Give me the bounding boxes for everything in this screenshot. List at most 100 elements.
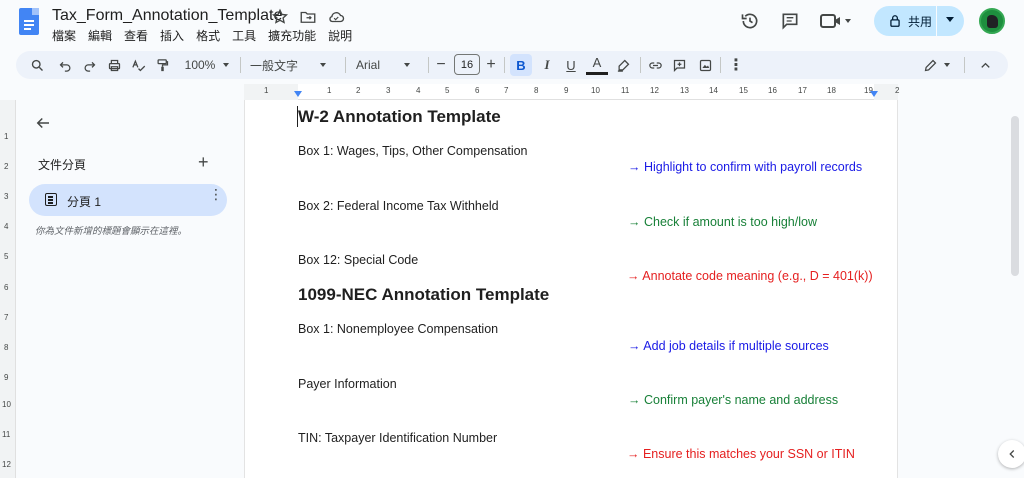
insert-link-icon[interactable] — [644, 51, 666, 79]
ruler-number: 17 — [798, 86, 807, 95]
side-panel-toggle-button[interactable] — [998, 440, 1024, 468]
left-indent-handle[interactable] — [294, 91, 302, 97]
document-outline-panel: 文件分頁 + 分頁 1 ⋮ 你為文件新增的標題會顯示在這裡。 — [16, 100, 244, 478]
w2-box12-text[interactable]: Box 12: Special Code — [298, 253, 418, 267]
ruler-number: 12 — [650, 86, 659, 95]
ruler-number: 8 — [534, 86, 539, 95]
w2-box1-note[interactable]: → Highlight to confirm with payroll reco… — [628, 160, 862, 174]
comments-icon[interactable] — [780, 11, 802, 33]
heading-w2[interactable]: W-2 Annotation Template — [298, 107, 501, 127]
title-bar: Tax_Form_Annotation_Template 檔案 編輯 查看 插入… — [0, 0, 1024, 46]
w2-box2-text[interactable]: Box 2: Federal Income Tax Withheld — [298, 199, 499, 213]
ruler-number: 1 — [327, 86, 332, 95]
ruler-number: 4 — [4, 222, 9, 231]
ruler-number: 3 — [4, 192, 9, 201]
ruler-number: 5 — [445, 86, 450, 95]
document-title[interactable]: Tax_Form_Annotation_Template — [52, 7, 282, 25]
menu-help[interactable]: 說明 — [328, 27, 352, 44]
more-options-icon[interactable]: ⋮ — [728, 51, 744, 79]
document-tab-icon — [45, 193, 57, 206]
chevron-down-icon — [223, 63, 230, 67]
ruler-number: 2 — [356, 86, 361, 95]
search-menus-icon[interactable] — [26, 51, 48, 79]
insert-image-icon[interactable] — [694, 51, 716, 79]
ruler-number: 6 — [475, 86, 480, 95]
heading-1099nec[interactable]: 1099-NEC Annotation Template — [298, 285, 549, 305]
nec-box1-note[interactable]: → Add job details if multiple sources — [628, 339, 829, 353]
text-color-button[interactable]: A — [586, 53, 608, 75]
horizontal-ruler[interactable]: 1 1 2 3 4 5 6 7 8 9 10 11 12 13 14 15 16… — [244, 84, 900, 100]
undo-icon[interactable] — [54, 51, 76, 79]
menu-file[interactable]: 檔案 — [52, 27, 76, 44]
editing-mode-button[interactable] — [916, 51, 956, 79]
share-dropdown-icon[interactable] — [946, 17, 954, 22]
decrease-font-size-button[interactable]: − — [433, 51, 449, 79]
nec-box1-text[interactable]: Box 1: Nonemployee Compensation — [298, 322, 498, 336]
underline-button[interactable]: U — [560, 51, 582, 79]
tab-more-icon[interactable]: ⋮ — [209, 187, 223, 201]
style-value: 一般文字 — [250, 58, 299, 73]
ruler-number: 2 — [895, 86, 900, 95]
menu-edit[interactable]: 編輯 — [88, 27, 112, 44]
menu-insert[interactable]: 插入 — [160, 27, 184, 44]
increase-font-size-button[interactable]: + — [483, 51, 499, 79]
paint-format-icon[interactable] — [151, 51, 173, 79]
highlight-icon[interactable] — [612, 51, 634, 79]
menu-tools[interactable]: 工具 — [232, 27, 256, 44]
add-tab-icon[interactable]: + — [198, 152, 209, 173]
ruler-number: 1 — [264, 86, 269, 95]
zoom-value: 100% — [184, 58, 216, 72]
move-folder-icon[interactable] — [298, 7, 318, 27]
nec-payer-text[interactable]: Payer Information — [298, 377, 397, 391]
menu-bar: 檔案 編輯 查看 插入 格式 工具 擴充功能 說明 — [52, 27, 352, 44]
menu-extensions[interactable]: 擴充功能 — [268, 27, 316, 44]
vertical-ruler[interactable]: 1 2 3 4 5 6 7 8 9 10 11 12 — [0, 100, 16, 478]
lock-icon — [890, 15, 900, 27]
print-icon[interactable] — [103, 51, 125, 79]
right-indent-handle[interactable] — [870, 91, 878, 97]
italic-button[interactable]: I — [536, 51, 558, 79]
chevron-down-icon — [943, 63, 950, 67]
star-icon[interactable] — [270, 7, 290, 27]
ruler-number: 15 — [739, 86, 748, 95]
menu-format[interactable]: 格式 — [196, 27, 220, 44]
docs-logo-icon[interactable] — [19, 8, 39, 35]
outline-hint: 你為文件新增的標題會顯示在這裡。 — [35, 226, 188, 237]
nec-tin-note[interactable]: → Ensure this matches your SSN or ITIN — [627, 447, 855, 461]
tab-item-1[interactable]: 分頁 1 ⋮ — [29, 184, 227, 216]
ruler-number: 1 — [4, 132, 9, 141]
ruler-number: 8 — [4, 343, 9, 352]
spellcheck-icon[interactable] — [127, 51, 149, 79]
chevron-left-icon — [1009, 450, 1015, 458]
nec-payer-note[interactable]: → Confirm payer's name and address — [628, 393, 838, 407]
version-history-icon[interactable] — [740, 11, 762, 33]
back-arrow-icon[interactable] — [34, 114, 52, 132]
ruler-number: 14 — [709, 86, 718, 95]
ruler-number: 2 — [4, 162, 9, 171]
w2-box2-note[interactable]: → Check if amount is too high/low — [628, 215, 817, 229]
ruler-number: 5 — [4, 252, 9, 261]
zoom-select[interactable]: 100% — [178, 51, 236, 79]
font-select[interactable]: Arial — [356, 51, 422, 79]
ruler-number: 9 — [4, 373, 9, 382]
nec-tin-text[interactable]: TIN: Taxpayer Identification Number — [298, 431, 497, 445]
ruler-number: 9 — [564, 86, 569, 95]
font-size-input[interactable]: 16 — [454, 54, 480, 75]
style-select[interactable]: 一般文字 — [250, 51, 338, 79]
avatar[interactable] — [979, 8, 1005, 34]
redo-icon[interactable] — [78, 51, 100, 79]
ruler-number: 11 — [2, 430, 11, 439]
w2-box1-text[interactable]: Box 1: Wages, Tips, Other Compensation — [298, 144, 528, 158]
hide-menus-icon[interactable] — [974, 51, 996, 79]
scrollbar-thumb[interactable] — [1011, 116, 1019, 276]
cloud-saved-icon[interactable] — [326, 7, 346, 27]
bold-button[interactable]: B — [510, 54, 532, 76]
add-comment-icon[interactable] — [668, 51, 690, 79]
meet-icon[interactable] — [820, 11, 852, 33]
menu-view[interactable]: 查看 — [124, 27, 148, 44]
ruler-number: 18 — [827, 86, 836, 95]
ruler-number: 16 — [768, 86, 777, 95]
share-button[interactable]: 共用 — [874, 6, 964, 36]
w2-box12-note[interactable]: → Annotate code meaning (e.g., D = 401(k… — [627, 269, 873, 283]
ruler-number: 10 — [591, 86, 600, 95]
